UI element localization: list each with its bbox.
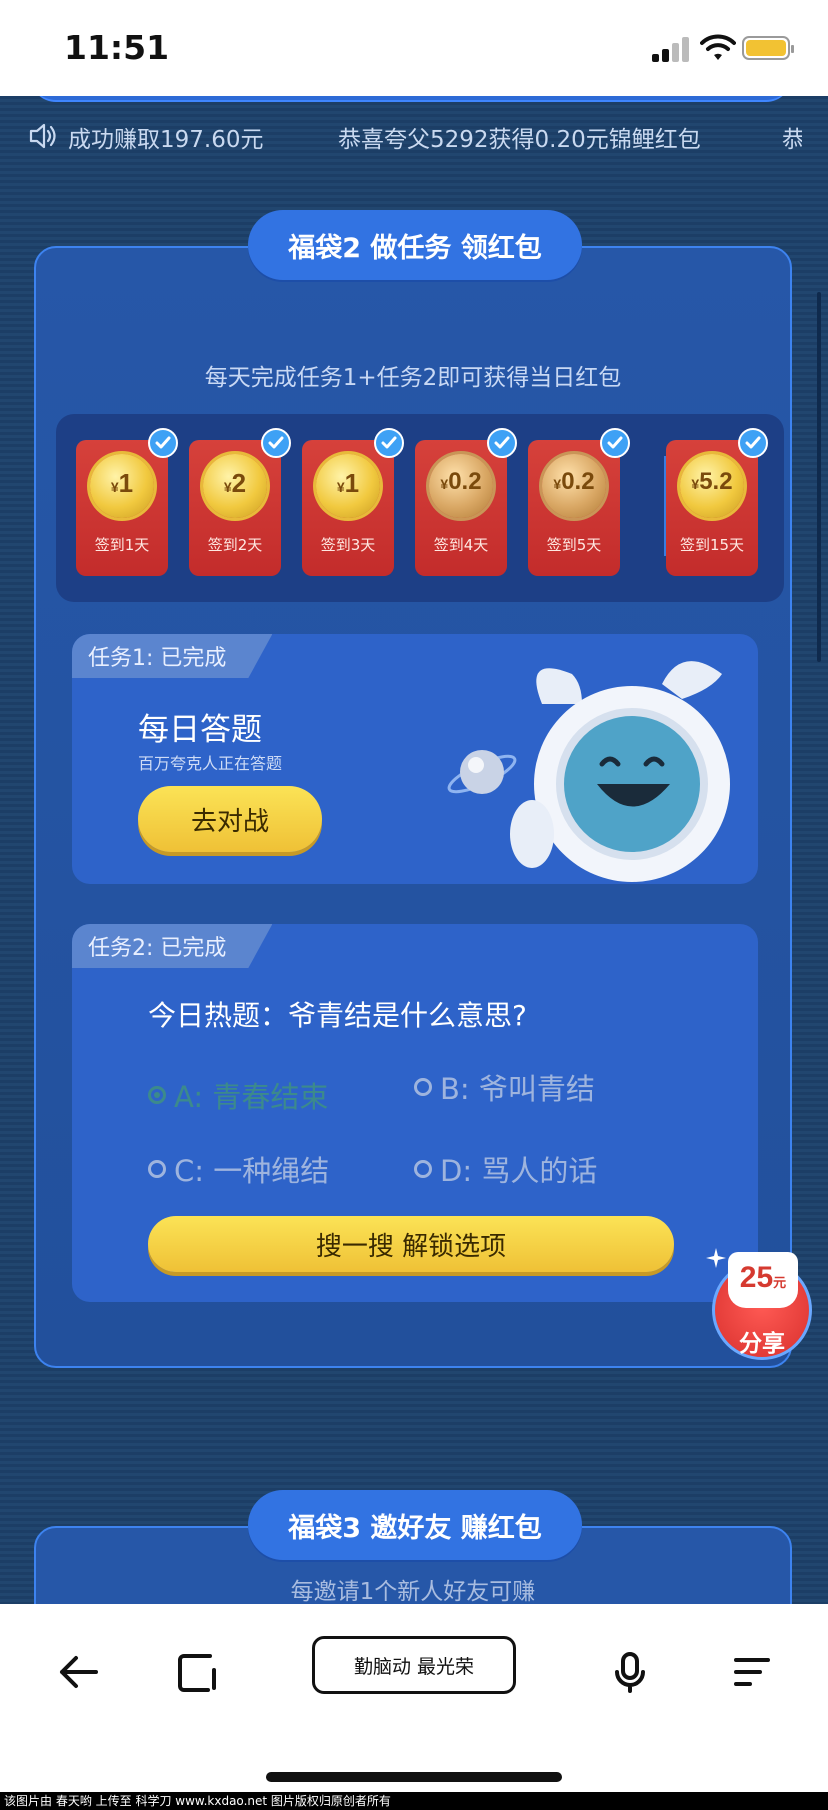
check-icon: [148, 428, 178, 458]
option-label: B: 爷叫青结: [440, 1072, 595, 1106]
radio-icon: [148, 1086, 166, 1104]
envelope-label: 签到2天: [207, 536, 263, 554]
coin-icon: ¥5.2: [680, 454, 744, 518]
envelope-amount: 1: [118, 468, 134, 498]
astronaut-mascot-illustration: [447, 661, 730, 882]
ticker-item: 恭喜夸父5292获得0.20元锦鲤红包: [338, 127, 701, 153]
task1-status-tag: 任务1: 已完成: [72, 634, 273, 678]
option-d[interactable]: D: 骂人的话: [414, 1148, 597, 1190]
daily-question: 今日热题：爷青结是什么意思?: [148, 999, 527, 1032]
envelope-day-5[interactable]: ¥0.2 签到5天: [528, 428, 630, 576]
envelope-amount: 2: [231, 468, 247, 498]
check-icon: [600, 428, 630, 458]
signin-envelope-tray: ¥1 签到1天 ¥2 签到2天 ¥1 签到3天 ¥0.2 签到4天 ¥0.2 签…: [56, 414, 784, 602]
bag3-title-pill: 福袋3 邀好友 赚红包: [248, 1490, 582, 1560]
envelope-label: 签到15天: [679, 536, 745, 554]
option-label: A: 青春结束: [174, 1080, 329, 1114]
coin-icon: ¥0.2: [542, 454, 606, 518]
option-a[interactable]: A: 青春结束: [148, 1074, 328, 1116]
search-unlock-button[interactable]: 搜一搜 解锁选项: [148, 1216, 674, 1272]
sparkle-icon: [706, 1248, 726, 1268]
envelope-day-15[interactable]: ¥5.2 签到15天: [666, 428, 768, 576]
cellular-signal-icon: [652, 36, 692, 62]
envelope-label: 签到4天: [433, 536, 489, 554]
task2-status-tag: 任务2: 已完成: [72, 924, 273, 968]
tabs-icon[interactable]: [174, 1648, 222, 1696]
status-time: 11:51: [64, 28, 170, 67]
option-label: D: 骂人的话: [440, 1154, 598, 1188]
share-amount-box: 25元: [728, 1252, 798, 1308]
menu-icon[interactable]: [728, 1648, 776, 1696]
envelope-amount: 0.2: [448, 468, 482, 495]
share-badge[interactable]: 25元 分享: [704, 1246, 812, 1370]
check-icon: [374, 428, 404, 458]
check-icon: [738, 428, 768, 458]
ticker-item: 恭: [782, 127, 802, 153]
radio-icon: [414, 1078, 432, 1096]
coin-icon: ¥2: [203, 454, 267, 518]
wifi-icon: [700, 34, 736, 60]
envelope-label: 签到1天: [94, 536, 150, 554]
announcement-ticker: 成功赚取197.60元 恭喜夸父5292获得0.20元锦鲤红包 恭: [28, 118, 802, 158]
watermark-footnote: 该图片由 春天哟 上传至 科学刀 www.kxdao.net 图片版权归原创者所…: [0, 1792, 828, 1810]
option-c[interactable]: C: 一种绳结: [148, 1148, 329, 1190]
battle-button[interactable]: 去对战: [138, 786, 322, 852]
check-icon: [261, 428, 291, 458]
browser-toolbar: 勤脑动 最光荣: [0, 1604, 828, 1810]
scrollbar[interactable]: [817, 292, 821, 662]
status-bar: 11:51: [0, 0, 828, 96]
envelope-label: 签到5天: [546, 536, 602, 554]
previous-card-bottom: [30, 96, 792, 102]
envelope-day-1[interactable]: ¥1 签到1天: [76, 428, 178, 576]
bag3-subtitle: 每邀请1个新人好友可赚: [290, 1579, 536, 1604]
battery-icon: [742, 36, 794, 60]
bag2-subtitle: 每天完成任务1+任务2即可获得当日红包: [204, 365, 622, 391]
share-label: 分享: [739, 1331, 785, 1357]
speaker-icon: [29, 123, 56, 149]
envelope-label: 签到3天: [320, 536, 376, 554]
bag2-card: 每天完成任务1+任务2即可获得当日红包 ¥1 签到1天 ¥2 签到2天 ¥1 签…: [34, 246, 792, 1368]
check-icon: [487, 428, 517, 458]
slogan-button[interactable]: 勤脑动 最光荣: [312, 1636, 516, 1694]
radio-icon: [148, 1160, 166, 1178]
page-content[interactable]: 成功赚取197.60元 恭喜夸父5292获得0.20元锦鲤红包 恭 每天完成任务…: [0, 96, 828, 1604]
coin-icon: ¥1: [90, 454, 154, 518]
option-b[interactable]: B: 爷叫青结: [414, 1066, 595, 1108]
envelope-amount: 0.2: [561, 468, 595, 495]
bag2-title-pill: 福袋2 做任务 领红包: [248, 210, 582, 280]
task2-card: 任务2: 已完成 今日热题：爷青结是什么意思? A: 青春结束 B: 爷叫青结 …: [72, 924, 758, 1302]
task1-description: 百万夸克人正在答题: [138, 754, 283, 773]
option-label: C: 一种绳结: [174, 1154, 330, 1188]
microphone-icon[interactable]: [606, 1648, 654, 1696]
envelope-day-3[interactable]: ¥1 签到3天: [302, 428, 404, 576]
envelope-amount: 5.2: [699, 468, 733, 495]
envelope-day-2[interactable]: ¥2 签到2天: [189, 428, 291, 576]
ticker-item: 成功赚取197.60元: [68, 127, 264, 153]
home-indicator[interactable]: [266, 1772, 562, 1782]
back-arrow-icon[interactable]: [54, 1648, 102, 1696]
radio-icon: [414, 1160, 432, 1178]
task1-card: 任务1: 已完成 每日答题 百万夸克人正在答题 去对战: [72, 634, 758, 884]
task1-title: 每日答题: [138, 712, 262, 748]
coin-icon: ¥0.2: [429, 454, 493, 518]
share-unit: 元: [773, 1275, 787, 1290]
share-amount: 25: [739, 1261, 774, 1294]
coin-icon: ¥1: [316, 454, 380, 518]
envelope-amount: 1: [344, 468, 360, 498]
envelope-day-4[interactable]: ¥0.2 签到4天: [415, 428, 517, 576]
